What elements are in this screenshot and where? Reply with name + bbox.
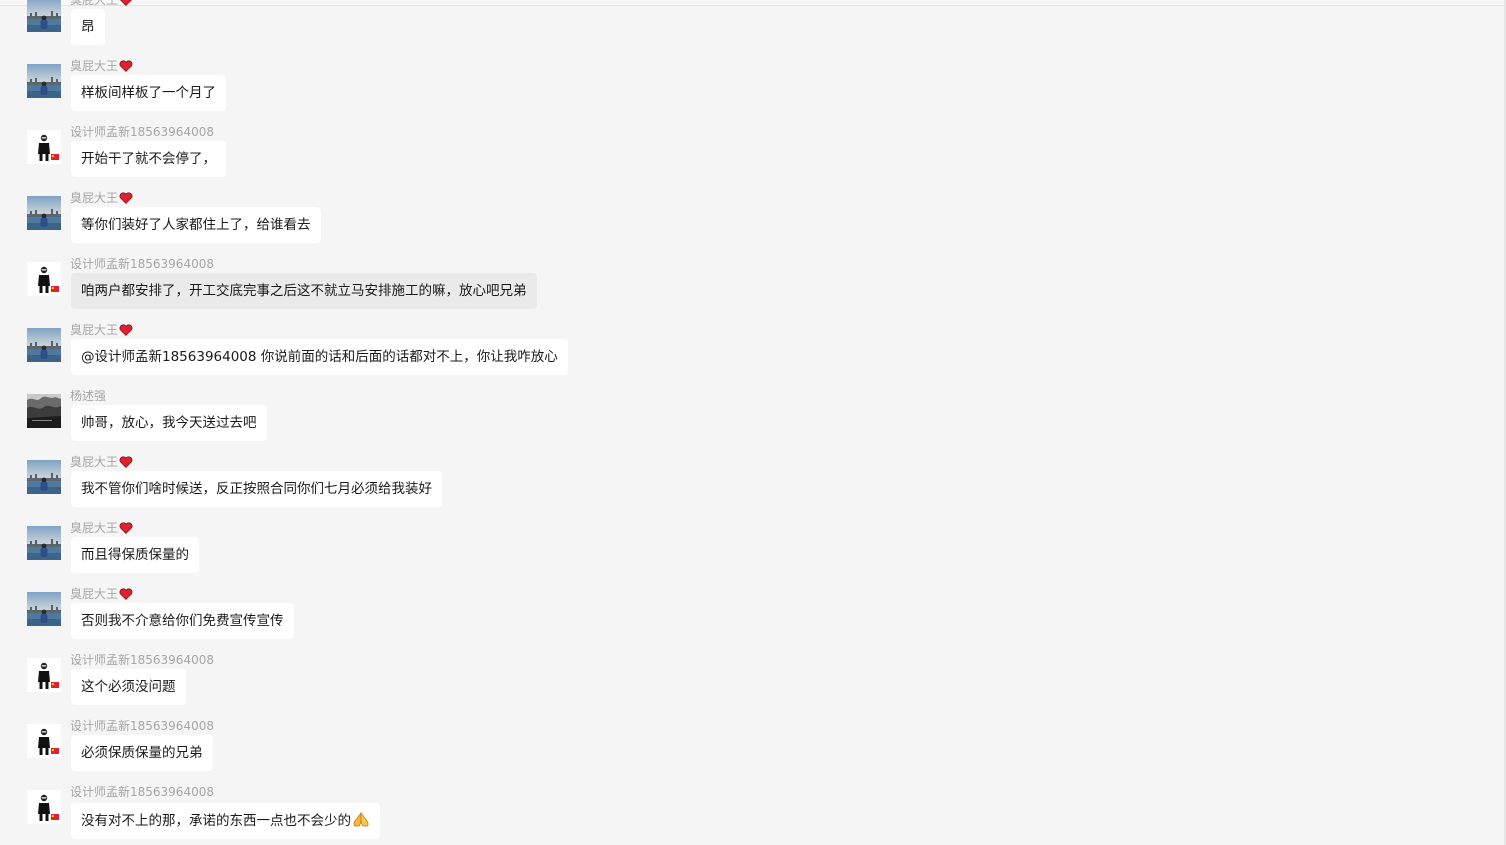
sender-name-text: 臭屁大王 [70, 521, 119, 535]
sender-name-text: 臭屁大王 [70, 323, 119, 337]
message-bubble[interactable]: 没有对不上的那，承诺的东西一点也不会少的 [71, 803, 380, 839]
sender-name-text: 设计师孟新18563964008 [70, 653, 214, 667]
message-bubble[interactable]: @设计师孟新18563964008 你说前面的话和后面的话都对不上，你让我咋放心 [71, 339, 568, 375]
sender-name[interactable]: 臭屁大王 [70, 58, 133, 74]
sender-name[interactable]: 臭屁大王 [70, 322, 133, 338]
harbor-photo-avatar[interactable] [27, 592, 61, 626]
sender-name[interactable]: 臭屁大王 [70, 454, 133, 470]
message-bubble[interactable]: 否则我不介意给你们免费宣传宣传 [71, 603, 294, 639]
chat-message: 设计师孟新18563964008 必须保质保量的兄弟 [27, 718, 1227, 786]
sender-name-text: 设计师孟新18563964008 [70, 257, 214, 271]
message-bubble[interactable]: 等你们装好了人家都住上了，给谁看去 [71, 207, 321, 243]
message-bubble-selected[interactable]: 咱两户都安排了，开工交底完事之后这不就立马安排施工的嘛，放心吧兄弟 [71, 273, 537, 309]
designer-person-avatar[interactable] [27, 130, 61, 164]
sender-name[interactable]: 臭屁大王 [70, 0, 133, 8]
sender-name[interactable]: 设计师孟新18563964008 [70, 652, 214, 668]
message-bubble[interactable]: 这个必须没问题 [71, 669, 186, 705]
message-bubble[interactable]: 必须保质保量的兄弟 [71, 735, 213, 771]
heart-icon [119, 588, 133, 600]
sender-name[interactable]: 杨述强 [70, 388, 106, 404]
sender-name[interactable]: 设计师孟新18563964008 [70, 784, 214, 800]
designer-person-avatar[interactable] [27, 790, 61, 824]
designer-person-avatar[interactable] [27, 658, 61, 692]
message-bubble[interactable]: 我不管你们啥时候送，反正按照合同你们七月必须给我装好 [71, 471, 442, 507]
message-bubble[interactable]: 样板间样板了一个月了 [71, 75, 226, 111]
sender-name[interactable]: 设计师孟新18563964008 [70, 718, 214, 734]
sender-name-text: 设计师孟新18563964008 [70, 719, 214, 733]
chat-message: 臭屁大王 @设计师孟新18563964008 你说前面的话和后面的话都对不上，你… [27, 322, 1227, 390]
harbor-photo-avatar[interactable] [27, 526, 61, 560]
heart-icon [120, 0, 132, 6]
message-bubble[interactable]: 昂 [71, 9, 105, 45]
chat-message: 设计师孟新18563964008 这个必须没问题 [27, 652, 1227, 720]
harbor-photo-avatar[interactable] [27, 64, 61, 98]
harbor-photo-avatar[interactable] [27, 0, 61, 32]
chat-message: 设计师孟新18563964008 开始干了就不会停了， [27, 124, 1227, 192]
message-bubble[interactable]: 而且得保质保量的 [71, 537, 199, 573]
designer-person-avatar[interactable] [27, 262, 61, 296]
sender-name[interactable]: 设计师孟新18563964008 [70, 124, 214, 140]
heart-icon [119, 192, 133, 204]
sender-name[interactable]: 臭屁大王 [70, 586, 133, 602]
pray-hands-icon [353, 812, 369, 827]
chat-message: 臭屁大王 等你们装好了人家都住上了，给谁看去 [27, 190, 1227, 258]
chat-message: 臭屁大王 我不管你们啥时候送，反正按照合同你们七月必须给我装好 [27, 454, 1227, 522]
heart-icon [119, 60, 133, 72]
chat-message: 臭屁大王 昂 [27, 0, 1227, 60]
message-text: 没有对不上的那，承诺的东西一点也不会少的 [81, 813, 351, 829]
chat-message: 杨述强 帅哥，放心，我今天送过去吧 [27, 388, 1227, 456]
heart-icon [119, 522, 133, 534]
chat-message: 臭屁大王 否则我不介意给你们免费宣传宣传 [27, 586, 1227, 654]
chat-message: 臭屁大王 而且得保质保量的 [27, 520, 1227, 588]
designer-person-avatar[interactable] [27, 724, 61, 758]
sender-name-text: 臭屁大王 [70, 191, 119, 205]
heart-icon [119, 456, 133, 468]
message-bubble[interactable]: 帅哥，放心，我今天送过去吧 [71, 405, 267, 441]
chat-message-list[interactable]: 臭屁大王 昂 臭屁大王 样板间样板了一个月了 设计师孟新18563964008 … [0, 0, 1500, 845]
sender-name[interactable]: 臭屁大王 [70, 520, 133, 536]
heart-icon [119, 324, 133, 336]
sender-name-text: 臭屁大王 [70, 0, 119, 7]
sender-name-text: 杨述强 [70, 389, 107, 403]
harbor-photo-avatar[interactable] [27, 460, 61, 494]
sender-name-text: 设计师孟新18563964008 [70, 125, 214, 139]
sender-name[interactable]: 臭屁大王 [70, 190, 133, 206]
message-bubble[interactable]: 开始干了就不会停了， [71, 141, 226, 177]
chat-message: 设计师孟新18563964008 咱两户都安排了，开工交底完事之后这不就立马安排… [27, 256, 1227, 324]
sender-name-text: 臭屁大王 [70, 59, 119, 73]
sender-name[interactable]: 设计师孟新18563964008 [70, 256, 214, 272]
harbor-photo-avatar[interactable] [27, 196, 61, 230]
sender-name-text: 臭屁大王 [70, 455, 119, 469]
chat-message: 设计师孟新18563964008 没有对不上的那，承诺的东西一点也不会少的 [27, 784, 1227, 845]
sender-name-text: 臭屁大王 [70, 587, 119, 601]
chat-message: 臭屁大王 样板间样板了一个月了 [27, 58, 1227, 126]
harbor-photo-avatar[interactable] [27, 328, 61, 362]
sender-name-text: 设计师孟新18563964008 [70, 785, 214, 799]
dark-landscape-avatar[interactable] [27, 394, 61, 428]
